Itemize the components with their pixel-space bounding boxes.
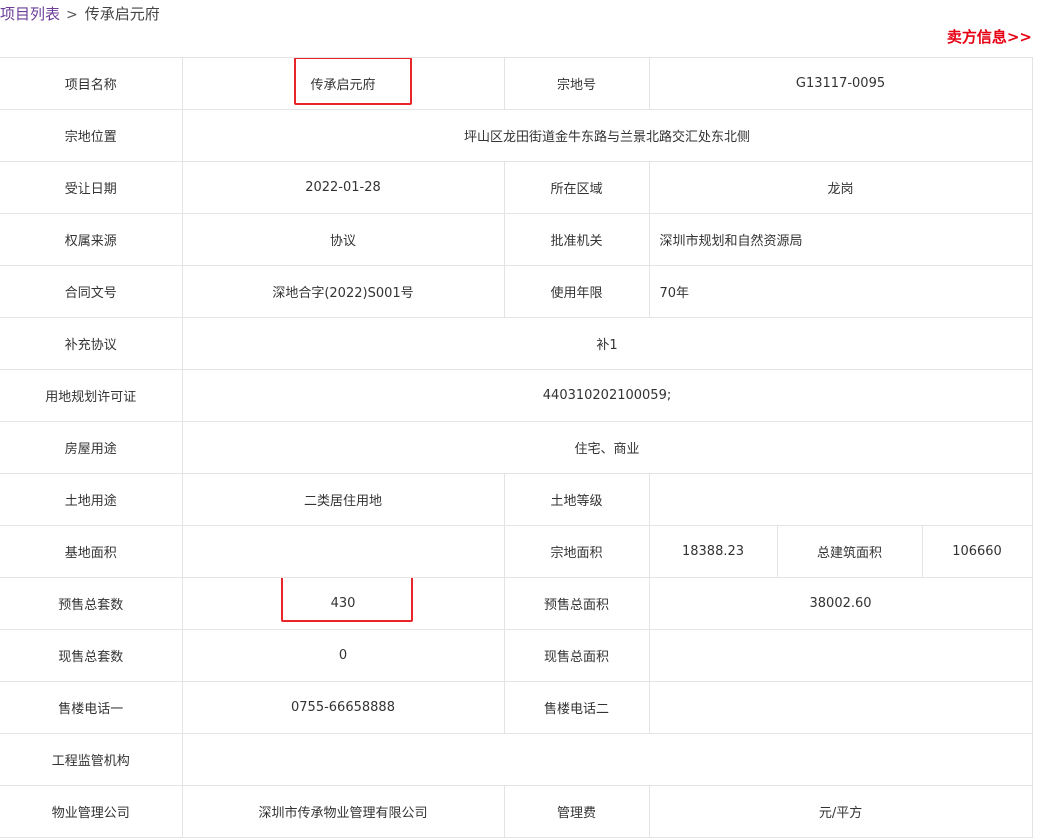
- mgmt-fee-label: 管理费: [503, 785, 650, 838]
- supervisor-label: 工程监管机构: [0, 733, 183, 786]
- row-presale-units: 预售总套数 430 预售总面积 38002.60: [0, 577, 1033, 630]
- current-area-value: [648, 629, 1033, 682]
- presale-area-value: 38002.60: [648, 577, 1033, 630]
- phone1-label: 售楼电话一: [0, 681, 183, 734]
- total-floor-area-value: 106660: [921, 525, 1033, 578]
- row-phone: 售楼电话一 0755-66658888 售楼电话二: [0, 681, 1033, 734]
- project-name-label: 项目名称: [0, 57, 183, 110]
- current-units-label: 现售总套数: [0, 629, 183, 682]
- transfer-date-label: 受让日期: [0, 161, 183, 214]
- row-parcel-location: 宗地位置 坪山区龙田街道金牛东路与兰景北路交汇处东北侧: [0, 109, 1033, 162]
- land-grade-value: [648, 473, 1033, 526]
- parcel-area-value: 18388.23: [648, 525, 778, 578]
- presale-area-label: 预售总面积: [503, 577, 650, 630]
- row-transfer-date: 受让日期 2022-01-28 所在区域 龙岗: [0, 161, 1033, 214]
- current-area-label: 现售总面积: [503, 629, 650, 682]
- supplement-value: 补1: [181, 317, 1033, 370]
- breadcrumb-separator: >: [66, 7, 78, 23]
- use-term-label: 使用年限: [503, 265, 650, 318]
- breadcrumb-current: 传承启元府: [84, 5, 160, 23]
- ownership-source-value: 协议: [181, 213, 505, 266]
- property-mgmt-label: 物业管理公司: [0, 785, 183, 838]
- row-ownership-source: 权属来源 协议 批准机关 深圳市规划和自然资源局: [0, 213, 1033, 266]
- row-project-name: 项目名称 传承启元府 宗地号 G13117-0095: [0, 57, 1033, 110]
- current-units-value: 0: [181, 629, 505, 682]
- phone1-value: 0755-66658888: [181, 681, 505, 734]
- contract-no-label: 合同文号: [0, 265, 183, 318]
- row-building-use: 房屋用途 住宅、商业: [0, 421, 1033, 474]
- seller-info-link[interactable]: 卖方信息>>: [947, 26, 1032, 48]
- approval-authority-value: 深圳市规划和自然资源局: [648, 213, 1033, 266]
- mgmt-fee-value: 元/平方: [648, 785, 1033, 838]
- project-name-value: 传承启元府: [310, 78, 376, 93]
- supplement-label: 补充协议: [0, 317, 183, 370]
- parcel-location-label: 宗地位置: [0, 109, 183, 162]
- planning-permit-value: 440310202100059;: [181, 369, 1033, 422]
- presale-units-cell: 430: [181, 577, 505, 630]
- phone2-value: [648, 681, 1033, 734]
- supervisor-value: [181, 733, 1033, 786]
- base-area-label: 基地面积: [0, 525, 183, 578]
- project-name-cell: 传承启元府: [181, 57, 505, 110]
- parcel-no-value: G13117-0095: [648, 57, 1033, 110]
- breadcrumb-project-list-link[interactable]: 项目列表: [0, 5, 60, 23]
- parcel-no-label: 宗地号: [503, 57, 650, 110]
- presale-units-value: 430: [330, 596, 356, 611]
- row-planning-permit: 用地规划许可证 440310202100059;: [0, 369, 1033, 422]
- parcel-area-label: 宗地面积: [503, 525, 650, 578]
- row-property-mgmt: 物业管理公司 深圳市传承物业管理有限公司 管理费 元/平方: [0, 785, 1033, 838]
- breadcrumb: 项目列表 > 传承启元府: [0, 3, 160, 25]
- row-supplement: 补充协议 补1: [0, 317, 1033, 370]
- contract-no-value: 深地合字(2022)S001号: [181, 265, 505, 318]
- district-label: 所在区域: [503, 161, 650, 214]
- project-info-table: 项目名称 传承启元府 宗地号 G13117-0095 宗地位置 坪山区龙田街道金…: [0, 57, 1033, 838]
- district-value: 龙岗: [648, 161, 1033, 214]
- land-grade-label: 土地等级: [503, 473, 650, 526]
- row-base-area: 基地面积 宗地面积 18388.23 总建筑面积 106660: [0, 525, 1033, 578]
- total-floor-area-label: 总建筑面积: [776, 525, 923, 578]
- land-use-label: 土地用途: [0, 473, 183, 526]
- row-contract-no: 合同文号 深地合字(2022)S001号 使用年限 70年: [0, 265, 1033, 318]
- land-use-value: 二类居住用地: [181, 473, 505, 526]
- planning-permit-label: 用地规划许可证: [0, 369, 183, 422]
- row-supervisor: 工程监管机构: [0, 733, 1033, 786]
- property-mgmt-value: 深圳市传承物业管理有限公司: [181, 785, 505, 838]
- row-current-units: 现售总套数 0 现售总面积: [0, 629, 1033, 682]
- building-use-label: 房屋用途: [0, 421, 183, 474]
- transfer-date-value: 2022-01-28: [181, 161, 505, 214]
- approval-authority-label: 批准机关: [503, 213, 650, 266]
- use-term-value: 70年: [648, 265, 1033, 318]
- building-use-value: 住宅、商业: [181, 421, 1033, 474]
- parcel-location-value: 坪山区龙田街道金牛东路与兰景北路交汇处东北侧: [181, 109, 1033, 162]
- presale-units-label: 预售总套数: [0, 577, 183, 630]
- phone2-label: 售楼电话二: [503, 681, 650, 734]
- base-area-value: [181, 525, 505, 578]
- ownership-source-label: 权属来源: [0, 213, 183, 266]
- row-land-use: 土地用途 二类居住用地 土地等级: [0, 473, 1033, 526]
